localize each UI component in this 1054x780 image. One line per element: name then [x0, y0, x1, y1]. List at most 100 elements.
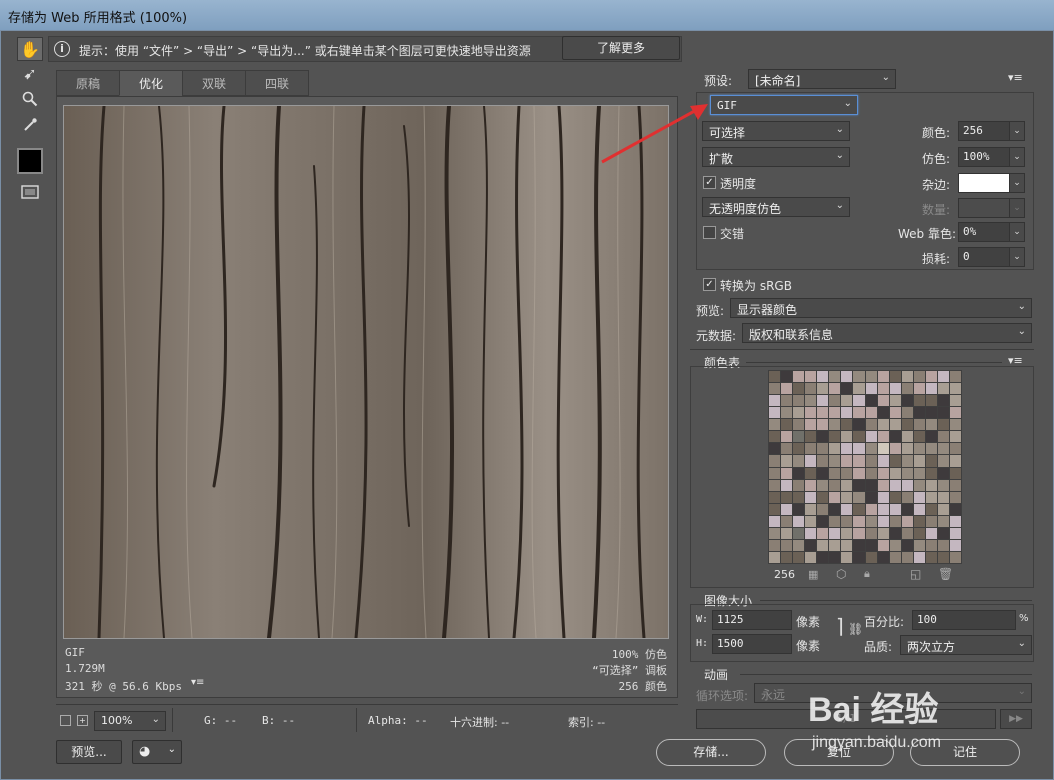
color-swatch[interactable]	[853, 503, 865, 515]
color-swatch[interactable]	[877, 371, 889, 383]
color-swatch[interactable]	[949, 515, 961, 527]
color-swatch[interactable]	[841, 515, 853, 527]
color-swatch[interactable]	[817, 527, 829, 539]
color-swatch[interactable]	[865, 479, 877, 491]
color-swatch[interactable]	[793, 431, 805, 443]
color-swatch[interactable]	[925, 527, 937, 539]
color-swatch[interactable]	[805, 419, 817, 431]
dither-field[interactable]: 100%	[958, 147, 1010, 167]
color-swatch[interactable]	[889, 527, 901, 539]
color-swatch[interactable]	[901, 383, 913, 395]
color-swatch[interactable]	[829, 467, 841, 479]
color-swatch[interactable]	[793, 383, 805, 395]
color-swatch[interactable]	[901, 443, 913, 455]
color-swatch[interactable]	[901, 431, 913, 443]
color-swatch[interactable]	[949, 551, 961, 563]
color-swatch[interactable]	[769, 479, 781, 491]
color-swatch[interactable]	[853, 539, 865, 551]
color-swatch[interactable]	[805, 551, 817, 563]
web-snap-field[interactable]: 0%	[958, 222, 1010, 242]
color-swatch[interactable]	[901, 419, 913, 431]
color-swatch[interactable]	[925, 383, 937, 395]
color-swatch[interactable]	[889, 515, 901, 527]
color-swatch[interactable]	[877, 407, 889, 419]
color-swatch[interactable]	[769, 455, 781, 467]
trash-icon[interactable]: 🗑︎	[938, 567, 953, 581]
color-swatch[interactable]	[865, 443, 877, 455]
color-swatch[interactable]	[853, 371, 865, 383]
color-swatch[interactable]	[949, 431, 961, 443]
color-swatch[interactable]	[925, 491, 937, 503]
zoom-icon[interactable]	[17, 87, 43, 111]
color-swatch[interactable]	[865, 455, 877, 467]
color-swatch[interactable]	[889, 419, 901, 431]
color-swatch[interactable]	[853, 491, 865, 503]
colors-dropdown-arrow[interactable]: ⌄	[1009, 121, 1025, 141]
color-swatch[interactable]	[949, 455, 961, 467]
color-swatch[interactable]	[841, 383, 853, 395]
preview-in-browser-button[interactable]: 预览...	[56, 740, 122, 764]
eyedropper-color-swatch[interactable]	[17, 148, 43, 174]
color-swatch[interactable]	[925, 443, 937, 455]
color-swatch[interactable]	[877, 479, 889, 491]
color-swatch[interactable]	[853, 515, 865, 527]
color-swatch[interactable]	[793, 407, 805, 419]
color-swatch[interactable]	[949, 419, 961, 431]
color-swatch[interactable]	[889, 539, 901, 551]
color-swatch[interactable]	[937, 443, 949, 455]
color-swatch[interactable]	[913, 419, 925, 431]
color-swatch[interactable]	[805, 407, 817, 419]
color-swatch[interactable]	[841, 407, 853, 419]
color-swatch[interactable]	[901, 539, 913, 551]
color-table-grid[interactable]	[768, 370, 962, 564]
color-swatch[interactable]	[841, 479, 853, 491]
color-swatch[interactable]	[805, 443, 817, 455]
color-swatch[interactable]	[937, 455, 949, 467]
color-swatch[interactable]	[829, 371, 841, 383]
color-swatch[interactable]	[925, 371, 937, 383]
color-swatch[interactable]	[841, 539, 853, 551]
color-swatch[interactable]	[769, 383, 781, 395]
color-swatch[interactable]	[925, 551, 937, 563]
color-swatch[interactable]	[793, 443, 805, 455]
color-swatch[interactable]	[781, 431, 793, 443]
color-swatch[interactable]	[817, 455, 829, 467]
color-swatch[interactable]	[805, 515, 817, 527]
color-swatch[interactable]	[781, 395, 793, 407]
color-swatch[interactable]	[889, 491, 901, 503]
width-field[interactable]: 1125	[712, 610, 792, 630]
color-swatch[interactable]	[829, 491, 841, 503]
color-swatch[interactable]	[865, 539, 877, 551]
color-swatch[interactable]	[829, 407, 841, 419]
color-swatch[interactable]	[781, 527, 793, 539]
color-swatch[interactable]	[913, 467, 925, 479]
color-swatch[interactable]	[925, 407, 937, 419]
zoom-in-icon[interactable]: +	[77, 715, 88, 726]
color-swatch[interactable]	[841, 371, 853, 383]
color-swatch[interactable]	[913, 539, 925, 551]
color-swatch[interactable]	[913, 515, 925, 527]
color-swatch[interactable]	[817, 383, 829, 395]
slice-select-icon[interactable]: ➹	[17, 62, 43, 86]
color-swatch[interactable]	[949, 395, 961, 407]
color-swatch[interactable]	[829, 443, 841, 455]
color-swatch[interactable]	[937, 527, 949, 539]
color-swatch[interactable]	[877, 455, 889, 467]
map-to-transparent-icon[interactable]: ▦	[808, 568, 818, 581]
color-swatch[interactable]	[889, 467, 901, 479]
color-swatch[interactable]	[949, 479, 961, 491]
color-swatch[interactable]	[913, 551, 925, 563]
color-swatch[interactable]	[781, 467, 793, 479]
color-swatch[interactable]	[829, 383, 841, 395]
color-swatch[interactable]	[781, 455, 793, 467]
color-swatch[interactable]	[949, 467, 961, 479]
color-swatch[interactable]	[817, 395, 829, 407]
color-swatch[interactable]	[937, 551, 949, 563]
color-swatch[interactable]	[769, 551, 781, 563]
tab-4-up[interactable]: 四联	[245, 70, 309, 96]
color-swatch[interactable]	[853, 551, 865, 563]
color-swatch[interactable]	[949, 503, 961, 515]
color-swatch[interactable]	[841, 467, 853, 479]
color-swatch[interactable]	[865, 503, 877, 515]
color-swatch[interactable]	[901, 479, 913, 491]
